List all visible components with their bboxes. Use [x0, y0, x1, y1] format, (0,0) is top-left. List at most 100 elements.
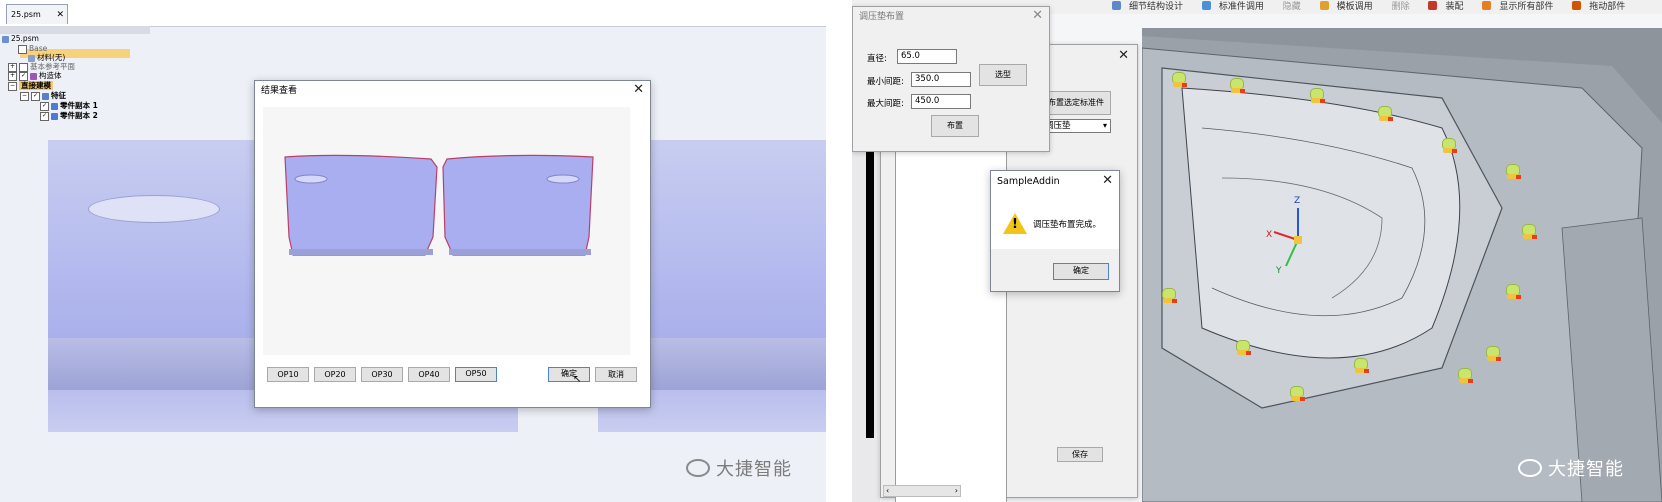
- checkbox-icon[interactable]: ✓: [40, 101, 49, 111]
- close-tab-icon[interactable]: ✕: [56, 5, 64, 25]
- tool-standard-parts[interactable]: 标准件调用: [1201, 1, 1272, 12]
- close-icon[interactable]: ✕: [1118, 49, 1129, 63]
- cancel-button[interactable]: 取消: [595, 367, 637, 382]
- wechat-icon: [686, 459, 710, 477]
- axis-z-label: Z: [1294, 196, 1301, 206]
- checkbox-icon[interactable]: ✓: [40, 111, 49, 121]
- pressure-pad[interactable]: [1442, 138, 1457, 153]
- part-file-icon: [2, 35, 9, 43]
- watermark-right: 大捷智能: [1518, 455, 1624, 481]
- diameter-input[interactable]: 65.0: [897, 49, 957, 64]
- wechat-icon: [1518, 459, 1542, 477]
- left-viewport: 25.psm ✕ 25.psm Base 材料(无) + 基本参考平面 + ✓ 构造体…: [0, 0, 826, 502]
- right-door-preview: [442, 154, 594, 256]
- pressure-pad[interactable]: [1172, 72, 1187, 87]
- tool-delete[interactable]: 删除: [1392, 2, 1418, 12]
- place-selected-part-button[interactable]: 布置选定标准件: [1041, 91, 1111, 115]
- max-spacing-label: 最大间距:: [867, 99, 904, 109]
- checkbox-icon[interactable]: ✓: [31, 91, 40, 101]
- template-icon: [1319, 1, 1329, 10]
- pressure-pad[interactable]: [1486, 346, 1501, 361]
- pressure-pad-dialog: 调压垫布置 ✕ 直径: 65.0 最小间距: 350.0 最大间距: 450.0…: [852, 6, 1050, 152]
- pressure-pad[interactable]: [1162, 288, 1177, 303]
- scroll-right-icon[interactable]: ›: [955, 486, 958, 496]
- tool-show-all[interactable]: 显示所有部件: [1482, 1, 1561, 12]
- left-handle-preview: [294, 174, 328, 184]
- layout-button[interactable]: 布置: [931, 115, 979, 137]
- document-tab[interactable]: 25.psm ✕: [6, 4, 68, 24]
- tool-detail-design[interactable]: 细节结构设计: [1112, 1, 1191, 12]
- left-flange-preview: [289, 249, 433, 255]
- pressure-pad[interactable]: [1458, 368, 1473, 383]
- tree-item-part-copy-2[interactable]: ✓ 零件副本 2: [40, 111, 98, 121]
- dialog-title: 调压垫布置: [859, 12, 905, 22]
- op50-button[interactable]: OP50: [455, 367, 497, 382]
- expand-icon[interactable]: +: [8, 71, 17, 81]
- save-button[interactable]: 保存: [1057, 447, 1103, 462]
- pressure-pad[interactable]: [1378, 106, 1393, 121]
- pressure-pad[interactable]: [1310, 88, 1325, 103]
- tool-hide[interactable]: 隐藏: [1283, 2, 1309, 12]
- pressure-pad[interactable]: [1354, 358, 1369, 373]
- checkbox-icon[interactable]: ✓: [19, 71, 28, 81]
- min-spacing-input[interactable]: 350.0: [911, 72, 971, 87]
- mold-model[interactable]: Z X Y: [1142, 28, 1662, 502]
- part-copy-icon: [51, 102, 58, 110]
- op10-button[interactable]: OP10: [267, 367, 309, 382]
- collapse-icon[interactable]: −: [8, 81, 17, 91]
- tree-item-construction[interactable]: + ✓ 构造体: [8, 71, 62, 81]
- pressure-pad[interactable]: [1236, 340, 1251, 355]
- tree-item-part-copy-1[interactable]: ✓ 零件副本 1: [40, 101, 98, 111]
- max-spacing-input[interactable]: 450.0: [911, 94, 971, 109]
- pressure-pad[interactable]: [1506, 164, 1521, 179]
- assembly-icon: [1428, 1, 1438, 10]
- pressure-pad[interactable]: [1506, 284, 1521, 299]
- checkbox-icon[interactable]: [18, 44, 27, 54]
- tree-item-features[interactable]: − ✓ 特征: [20, 91, 66, 101]
- select-type-button[interactable]: 选型: [979, 64, 1027, 86]
- message-box-title: SampleAddin: [991, 171, 1119, 193]
- diameter-label: 直径:: [867, 54, 887, 64]
- warning-mark-icon: !: [1012, 217, 1018, 232]
- close-icon[interactable]: ✕: [1032, 9, 1043, 23]
- pressure-pad[interactable]: [1522, 224, 1537, 239]
- chevron-down-icon: ▾: [1102, 121, 1107, 130]
- show-all-icon: [1482, 1, 1492, 10]
- horizontal-scrollbar[interactable]: ‹ ›: [883, 485, 961, 497]
- document-tab-label: 25.psm: [11, 10, 41, 19]
- document-tab-bar: 25.psm ✕: [0, 0, 826, 27]
- drag-part-icon: [1572, 1, 1582, 10]
- dialog-title: 结果查看: [261, 86, 298, 96]
- pressure-pad[interactable]: [1230, 78, 1245, 93]
- close-icon[interactable]: ✕: [1102, 174, 1113, 188]
- right-handle-preview: [546, 174, 580, 184]
- mouse-cursor-icon: ↖: [573, 374, 582, 385]
- op30-button[interactable]: OP30: [361, 367, 403, 382]
- standard-parts-icon: [1201, 1, 1211, 10]
- tree-header-bar: [0, 26, 150, 34]
- close-icon[interactable]: ✕: [633, 83, 644, 97]
- part-copy-icon: [51, 112, 58, 120]
- axis-x-label: X: [1266, 230, 1273, 240]
- tree-item-root[interactable]: 25.psm: [2, 34, 39, 44]
- tree-item-direct-modeling[interactable]: − 直接建模: [8, 81, 53, 91]
- axis-triad: [1273, 208, 1302, 267]
- part-type-select[interactable]: 调压垫 ▾: [1041, 119, 1111, 133]
- op40-button[interactable]: OP40: [408, 367, 450, 382]
- message-text: 调压垫布置完成。: [1033, 220, 1102, 230]
- pressure-pad[interactable]: [1290, 386, 1305, 401]
- right-flange-preview: [449, 249, 591, 255]
- tool-template[interactable]: 模板调用: [1319, 1, 1381, 12]
- op20-button[interactable]: OP20: [314, 367, 356, 382]
- watermark-left: 大捷智能: [686, 455, 792, 481]
- collapse-icon[interactable]: −: [20, 91, 29, 101]
- scroll-left-icon[interactable]: ‹: [886, 486, 889, 496]
- tool-assembly[interactable]: 装配: [1428, 1, 1471, 12]
- ok-button[interactable]: 确定: [1053, 263, 1109, 280]
- confirm-button[interactable]: 确定: [548, 367, 590, 382]
- preview-area: [263, 107, 630, 355]
- features-icon: [42, 92, 49, 100]
- tool-drag-part[interactable]: 拖动部件: [1572, 1, 1633, 12]
- min-spacing-label: 最小间距:: [867, 77, 904, 87]
- construction-icon: [30, 72, 37, 80]
